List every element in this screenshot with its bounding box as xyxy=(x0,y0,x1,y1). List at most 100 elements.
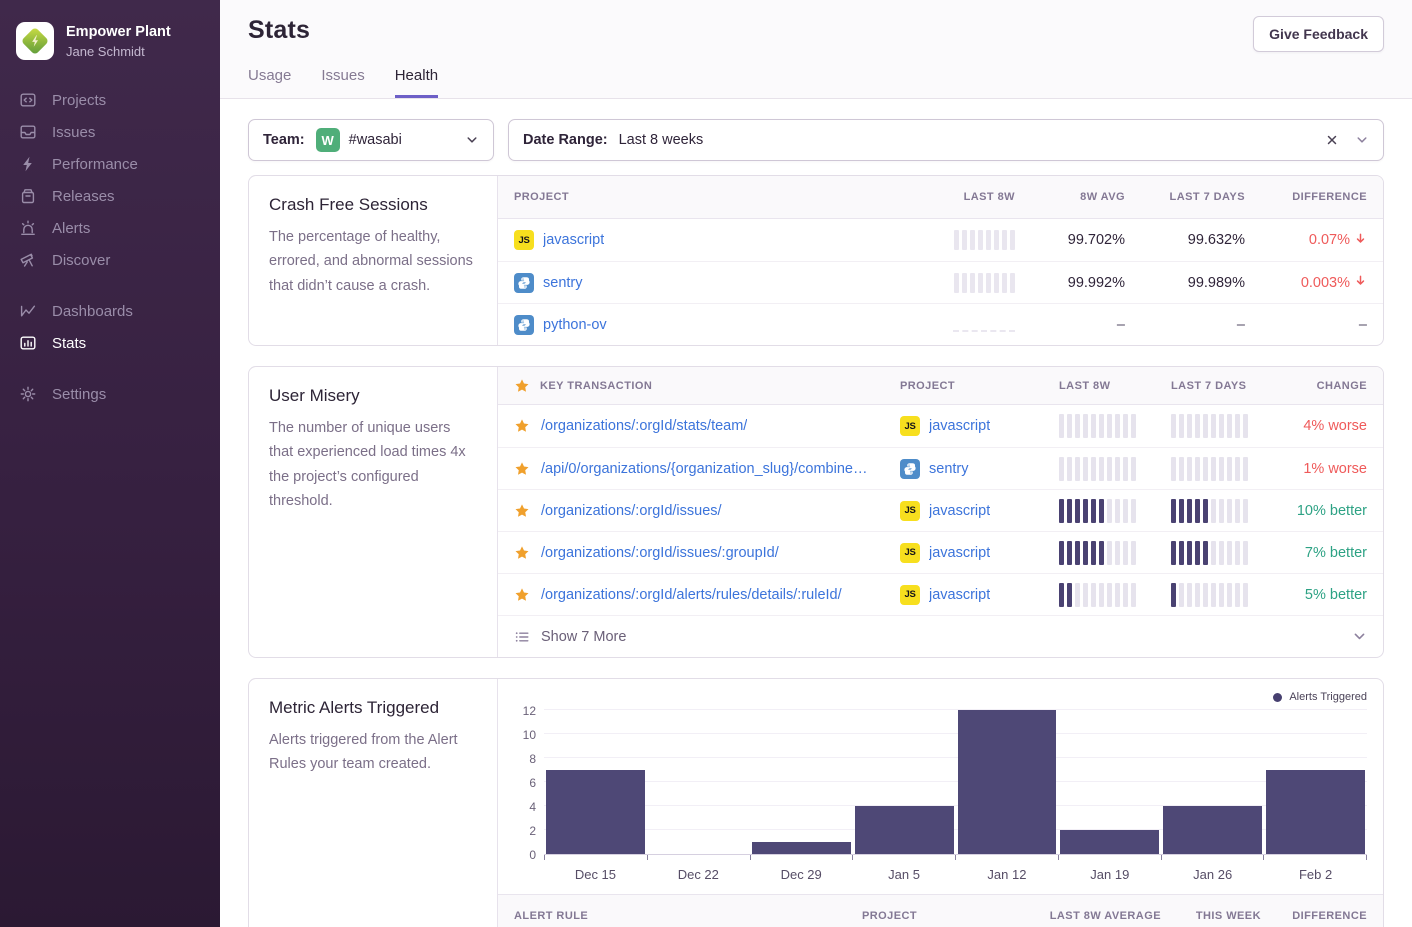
org-switcher[interactable]: Empower Plant Jane Schmidt xyxy=(0,16,220,84)
chevron-down-icon xyxy=(465,133,479,147)
bar xyxy=(752,842,851,854)
misery-score-bar xyxy=(1171,457,1283,481)
sidebar-item-label: Releases xyxy=(52,188,115,205)
transaction-link[interactable]: /organizations/:orgId/issues/ xyxy=(541,503,722,519)
project-link[interactable]: sentry xyxy=(543,275,583,291)
transaction-link[interactable]: /organizations/:orgId/issues/:groupId/ xyxy=(541,545,779,561)
crash-free-table: ProjectLast 8w8w AvgLast 7 DaysDifferenc… xyxy=(498,176,1383,345)
misery-score-bar xyxy=(1059,457,1171,481)
sidebar-item-projects[interactable]: Projects xyxy=(0,84,220,116)
bar-column xyxy=(956,711,1059,854)
project-link[interactable]: javascript xyxy=(929,418,990,434)
chart-bars xyxy=(544,711,1367,854)
sidebar-item-discover[interactable]: Discover xyxy=(0,244,220,276)
key-transaction-star-icon[interactable] xyxy=(514,418,530,434)
sparkline xyxy=(954,273,1015,293)
star-icon xyxy=(514,378,530,394)
change-value: 10% better xyxy=(1297,503,1367,519)
tab-health[interactable]: Health xyxy=(395,67,438,98)
chevron-down-icon xyxy=(1352,629,1367,644)
transaction-link[interactable]: /api/0/organizations/{organization_slug}… xyxy=(541,461,867,477)
crash-free-sessions-panel: Crash Free Sessions The percentage of he… xyxy=(248,175,1384,346)
sparkline-empty xyxy=(953,318,1015,332)
x-tick-label: Feb 2 xyxy=(1264,867,1367,882)
column-header: Difference xyxy=(1292,191,1367,203)
misery-score-bar xyxy=(1171,499,1283,523)
sidebar-item-performance[interactable]: Performance xyxy=(0,148,220,180)
key-transaction-star-icon[interactable] xyxy=(514,503,530,519)
key-transaction-star-icon[interactable] xyxy=(514,461,530,477)
y-tick-label: 10 xyxy=(523,728,536,742)
javascript-platform-icon: JS xyxy=(900,585,920,605)
performance-icon xyxy=(19,155,37,173)
misery-score-bar xyxy=(1171,583,1283,607)
bar-column xyxy=(853,711,956,854)
javascript-platform-icon: JS xyxy=(900,543,920,563)
misery-score-bar xyxy=(1171,414,1283,438)
y-tick-label: 4 xyxy=(529,800,536,814)
legend-label: Alerts Triggered xyxy=(1289,691,1367,703)
sidebar-item-stats[interactable]: Stats xyxy=(0,327,220,359)
column-header: Difference xyxy=(1292,910,1367,922)
project-link[interactable]: javascript xyxy=(543,232,604,248)
date-range-select[interactable]: Date Range: Last 8 weeks xyxy=(508,119,1384,161)
table-row: python-ov – – – xyxy=(498,303,1383,345)
date-range-value: Last 8 weeks xyxy=(619,132,704,148)
javascript-platform-icon: JS xyxy=(900,501,920,521)
user-misery-table: Key TransactionProjectLast 8wLast 7 Days… xyxy=(498,367,1383,657)
team-select[interactable]: Team: W #wasabi xyxy=(248,119,494,161)
bar xyxy=(1163,806,1262,854)
panel-title: Crash Free Sessions xyxy=(269,195,477,215)
bar xyxy=(958,710,1057,854)
project-link[interactable]: javascript xyxy=(929,503,990,519)
misery-score-bar xyxy=(1059,583,1171,607)
table-row: sentry 99.992% 99.989% 0.003% xyxy=(498,261,1383,303)
chevron-down-icon xyxy=(1355,133,1369,147)
transaction-link[interactable]: /organizations/:orgId/alerts/rules/detai… xyxy=(541,587,842,603)
panel-description: The percentage of healthy, errored, and … xyxy=(269,225,477,298)
x-tick-label: Jan 12 xyxy=(956,867,1059,882)
lightning-bolt-icon xyxy=(16,22,54,60)
project-link[interactable]: sentry xyxy=(929,461,969,477)
key-transaction-star-icon[interactable] xyxy=(514,545,530,561)
misery-score-bar xyxy=(1059,541,1171,565)
python-platform-icon xyxy=(900,459,920,479)
show-more-row[interactable]: Show 7 More xyxy=(498,615,1383,657)
date-range-label: Date Range: xyxy=(523,132,608,148)
column-header: Last 8w xyxy=(964,191,1015,203)
transaction-link[interactable]: /organizations/:orgId/stats/team/ xyxy=(541,418,747,434)
tab-issues[interactable]: Issues xyxy=(321,67,364,98)
sparkline xyxy=(954,230,1015,250)
clear-date-range-icon[interactable] xyxy=(1325,133,1339,147)
tab-usage[interactable]: Usage xyxy=(248,67,291,98)
page-header: Stats Give Feedback UsageIssuesHealth xyxy=(220,0,1412,99)
sidebar-item-dashboards[interactable]: Dashboards xyxy=(0,295,220,327)
key-transaction-star-icon[interactable] xyxy=(514,587,530,603)
y-tick-label: 6 xyxy=(529,776,536,790)
give-feedback-button[interactable]: Give Feedback xyxy=(1253,16,1384,52)
javascript-platform-icon: JS xyxy=(514,230,534,250)
y-tick-label: 12 xyxy=(523,704,536,718)
project-link[interactable]: python-ov xyxy=(543,317,607,333)
sidebar-item-settings[interactable]: Settings xyxy=(0,378,220,410)
discover-icon xyxy=(19,251,37,269)
user-misery-table-rows: /organizations/:orgId/stats/team/ JS java… xyxy=(498,405,1383,615)
sidebar-item-label: Stats xyxy=(52,335,86,352)
y-tick-label: 2 xyxy=(529,824,536,838)
sidebar-item-alerts[interactable]: Alerts xyxy=(0,212,220,244)
team-value: #wasabi xyxy=(349,132,402,148)
panel-title: Metric Alerts Triggered xyxy=(269,698,477,718)
difference-value: 0.07% xyxy=(1245,232,1367,249)
org-logo xyxy=(16,22,54,60)
column-header: Last 7 Days xyxy=(1171,380,1283,392)
sidebar-item-label: Settings xyxy=(52,386,106,403)
main: Stats Give Feedback UsageIssuesHealth Te… xyxy=(220,0,1412,927)
python-platform-icon xyxy=(514,315,534,335)
project-link[interactable]: javascript xyxy=(929,545,990,561)
table-row: /organizations/:orgId/issues/:groupId/ J… xyxy=(498,531,1383,573)
column-header: Project xyxy=(900,380,1059,392)
alerts-triggered-chart: Alerts Triggered 024681012 Dec 15Dec 22D… xyxy=(498,679,1383,894)
sidebar-item-releases[interactable]: Releases xyxy=(0,180,220,212)
sidebar-item-issues[interactable]: Issues xyxy=(0,116,220,148)
project-link[interactable]: javascript xyxy=(929,587,990,603)
